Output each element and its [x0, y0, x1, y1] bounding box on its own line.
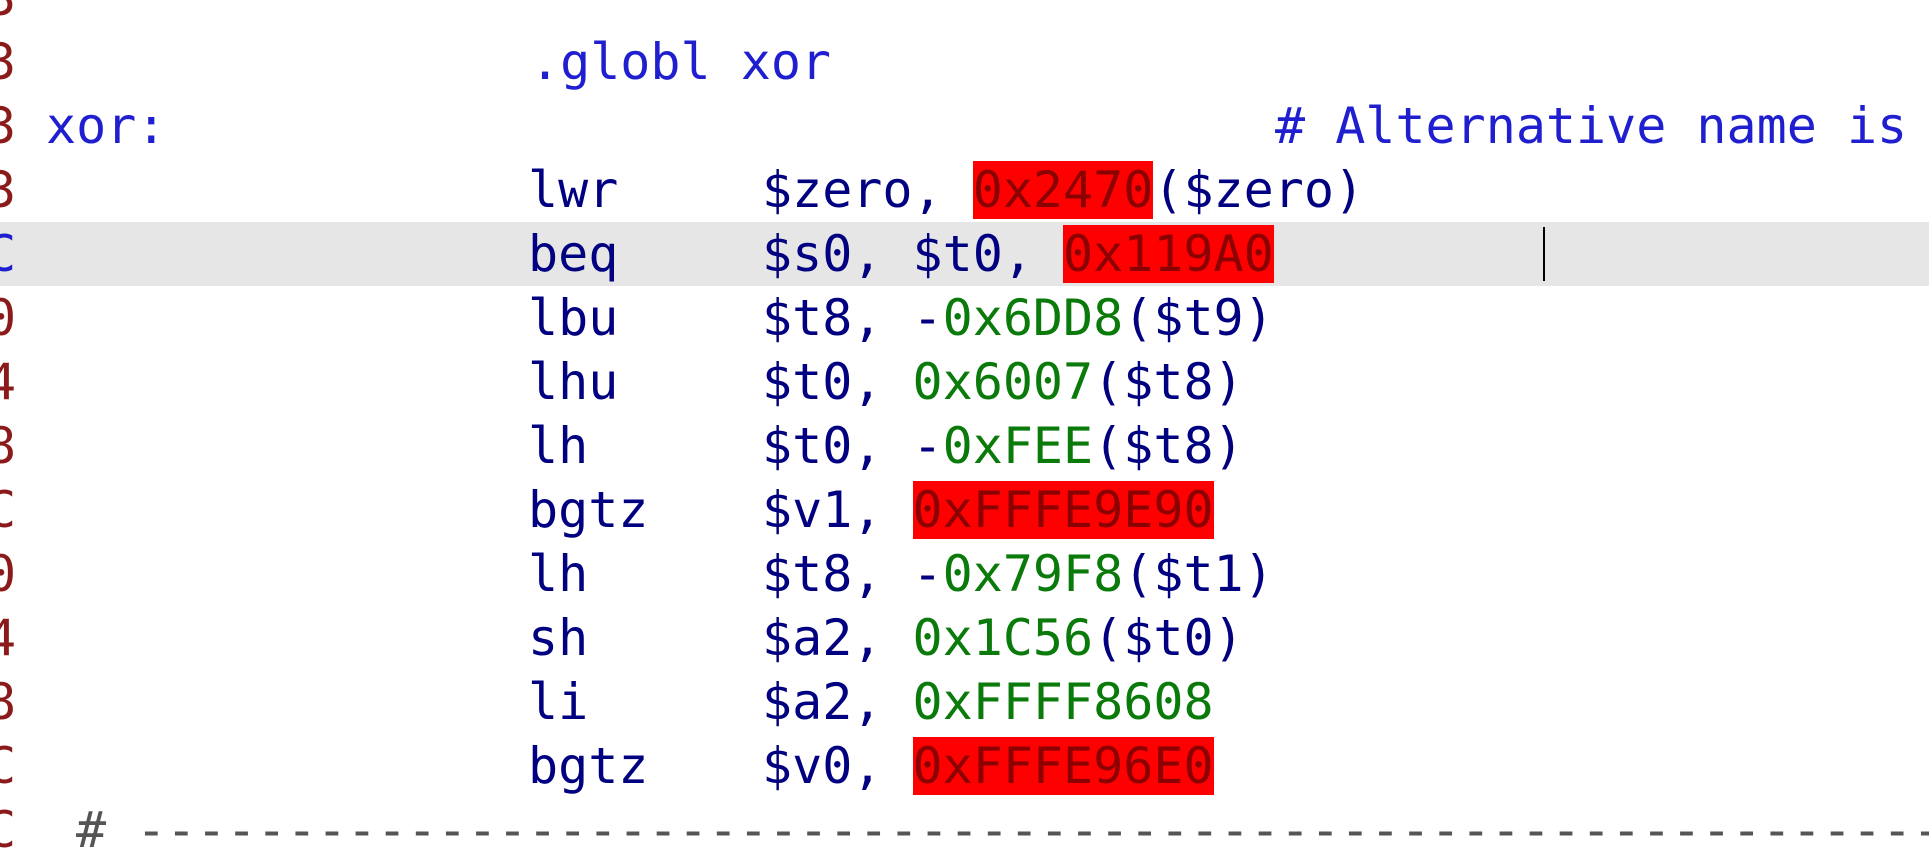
numeric-offset: 0x6DD8: [942, 289, 1124, 347]
line-prefix: C: [0, 481, 17, 539]
line-prefix: 3: [0, 0, 16, 30]
immediate-value: 0xFFFF8608: [912, 673, 1214, 731]
instruction-mnemonic: lwr: [528, 161, 619, 219]
line-prefix: 0: [0, 545, 17, 603]
operand-registers: $t0,: [762, 353, 913, 411]
operand-registers: $t8, -: [762, 289, 943, 347]
instruction-mnemonic: lh: [528, 417, 589, 475]
line-prefix: 3: [0, 33, 17, 91]
highlighted-branch-target: 0xFFFE9E90: [912, 481, 1214, 539]
instruction-operands: $s0, $t0, 0x119A0: [762, 222, 1274, 286]
asm-comment: # Alternative name is: [1275, 97, 1908, 155]
operand-base: ($t8): [1093, 417, 1244, 475]
text-caret: [1543, 227, 1545, 281]
instruction-operands: $v1, 0xFFFE9E90: [762, 478, 1214, 542]
instruction-mnemonic: lhu: [528, 353, 619, 411]
numeric-offset: 0x79F8: [942, 545, 1124, 603]
instruction-operands: $a2, 0xFFFF8608: [762, 670, 1214, 734]
operand-registers: $v0,: [762, 737, 913, 795]
line-prefix: 8: [0, 673, 17, 731]
instruction-mnemonic: bgtz: [528, 737, 649, 795]
operand-base: ($zero): [1153, 161, 1365, 219]
instruction-operands: $a2, 0x1C56($t0): [762, 606, 1244, 670]
instruction-operands: $t8, -0x79F8($t1): [762, 542, 1274, 606]
code-line[interactable]: 3: [0, 0, 1929, 30]
operand-registers: $v1,: [762, 481, 913, 539]
operand-registers: $t8, -: [762, 545, 943, 603]
line-prefix: 8: [0, 417, 17, 475]
operand-base: ($t0): [1093, 609, 1244, 667]
asm-label: xor:: [46, 97, 167, 155]
line-prefix: 3: [0, 97, 17, 155]
instruction-operands: $t8, -0x6DD8($t9): [762, 286, 1274, 350]
operand-registers: $zero,: [762, 161, 973, 219]
code-line[interactable]: 4 sh $a2, 0x1C56($t0): [0, 606, 1929, 670]
highlighted-branch-target: 0xFFFE96E0: [912, 737, 1214, 795]
numeric-offset: 0xFEE: [942, 417, 1094, 475]
instruction-operands: $zero, 0x2470($zero): [762, 158, 1364, 222]
code-line[interactable]: 0 lh $t8, -0x79F8($t1): [0, 542, 1929, 606]
line-prefix: C: [0, 801, 17, 854]
code-line[interactable]: 8 lh $t0, -0xFEE($t8): [0, 414, 1929, 478]
instruction-mnemonic: sh: [528, 609, 589, 667]
instruction-operands: $v0, 0xFFFE96E0: [762, 734, 1214, 798]
code-editor[interactable]: 3 3 .globl xor 3 xor: # Alternative name…: [0, 0, 1929, 854]
code-line[interactable]: C # ------------------------------------…: [0, 798, 1929, 854]
instruction-operands: $t0, 0x6007($t8): [762, 350, 1244, 414]
code-line[interactable]: 8 li $a2, 0xFFFF8608: [0, 670, 1929, 734]
instruction-mnemonic: lh: [528, 545, 589, 603]
code-line[interactable]: 3 .globl xor: [0, 30, 1929, 94]
code-line[interactable]: 0 lbu $t8, -0x6DD8($t9): [0, 286, 1929, 350]
code-line[interactable]: 4 lhu $t0, 0x6007($t8): [0, 350, 1929, 414]
numeric-offset: 0x1C56: [912, 609, 1094, 667]
operand-registers: $a2,: [762, 673, 913, 731]
instruction-operands: $t0, -0xFEE($t8): [762, 414, 1244, 478]
highlighted-offset: 0x2470: [972, 161, 1154, 219]
operand-registers: $s0, $t0,: [762, 225, 1064, 283]
code-line[interactable]: 3 lwr $zero, 0x2470($zero): [0, 158, 1929, 222]
separator-comment: # --------------------------------------…: [76, 801, 1929, 854]
operand-registers: $t0, -: [762, 417, 943, 475]
operand-base: ($t1): [1123, 545, 1274, 603]
operand-base: ($t9): [1123, 289, 1274, 347]
line-prefix: 0: [0, 289, 17, 347]
code-line[interactable]: C bgtz $v0, 0xFFFE96E0: [0, 734, 1929, 798]
operand-base: ($t8): [1093, 353, 1244, 411]
line-prefix: C: [0, 737, 17, 795]
instruction-mnemonic: beq: [528, 225, 619, 283]
instruction-mnemonic: li: [528, 673, 589, 731]
asm-directive: .globl xor: [530, 33, 832, 91]
line-prefix: 4: [0, 609, 17, 667]
line-prefix: C: [0, 225, 17, 283]
line-prefix: 3: [0, 161, 17, 219]
operand-registers: $a2,: [762, 609, 913, 667]
code-line[interactable]: 3 xor: # Alternative name is: [0, 94, 1929, 158]
code-line[interactable]: C bgtz $v1, 0xFFFE9E90: [0, 478, 1929, 542]
line-prefix: 4: [0, 353, 17, 411]
highlighted-branch-target: 0x119A0: [1063, 225, 1274, 283]
current-code-line[interactable]: C beq $s0, $t0, 0x119A0: [0, 222, 1929, 286]
instruction-mnemonic: bgtz: [528, 481, 649, 539]
instruction-mnemonic: lbu: [528, 289, 619, 347]
numeric-offset: 0x6007: [912, 353, 1094, 411]
